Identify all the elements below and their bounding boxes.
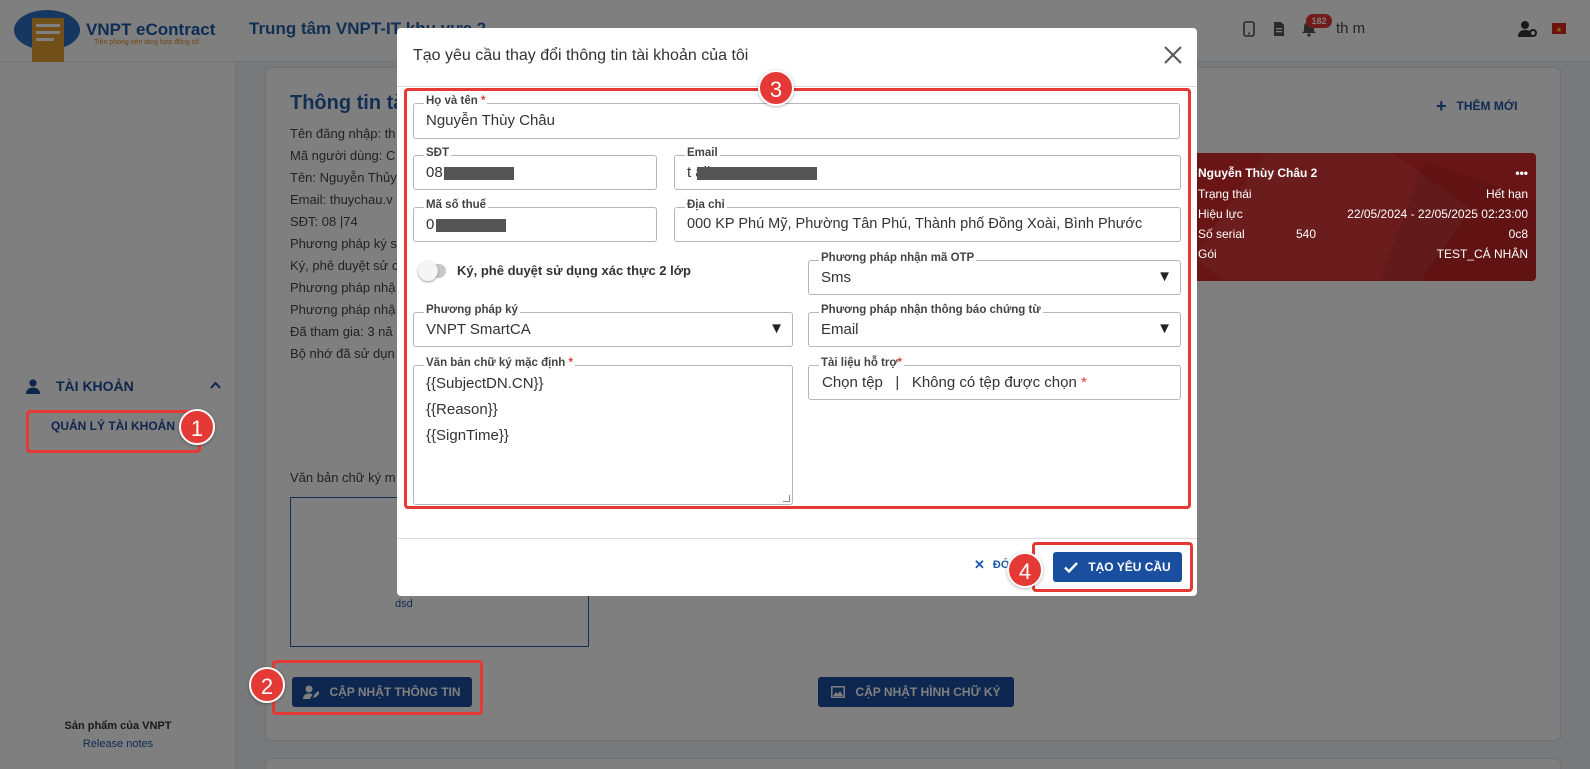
- close-x-icon: ✕: [974, 557, 985, 572]
- highlight-box-1: [26, 410, 201, 453]
- close-icon[interactable]: [1161, 44, 1185, 68]
- highlight-box-3: [404, 88, 1191, 509]
- step-marker: 2: [249, 667, 285, 703]
- modal-divider-top: [397, 86, 1197, 87]
- cert-serial-suffix: 0c8: [1508, 227, 1528, 241]
- cert-status-value: Hết hạn: [1485, 187, 1528, 201]
- step-marker: 1: [179, 409, 215, 445]
- highlight-box-4: [1032, 542, 1193, 592]
- cert-serial-label: Số serial: [1198, 227, 1245, 241]
- cert-serial-value: 540: [1296, 227, 1317, 241]
- cert-validity-label: Hiệu lực: [1198, 207, 1243, 221]
- modal-title: Tạo yêu cầu thay đổi thông tin tài khoản…: [413, 47, 749, 64]
- cert-package-label: Gói: [1198, 247, 1217, 261]
- more-icon[interactable]: •••: [1515, 166, 1528, 180]
- step-marker: 3: [758, 70, 794, 106]
- cert-validity-value: 22/05/2024 - 22/05/2025 02:23:00: [1347, 207, 1528, 221]
- cert-package-value: TEST_CÁ NHÂN: [1436, 247, 1528, 261]
- certificate-name: Nguyễn Thùy Châu 2: [1198, 166, 1318, 180]
- step-marker: 4: [1007, 552, 1043, 588]
- cert-status-label: Trạng thái: [1198, 187, 1252, 201]
- modal-divider-bottom: [397, 538, 1197, 539]
- highlight-box-2: [272, 660, 483, 715]
